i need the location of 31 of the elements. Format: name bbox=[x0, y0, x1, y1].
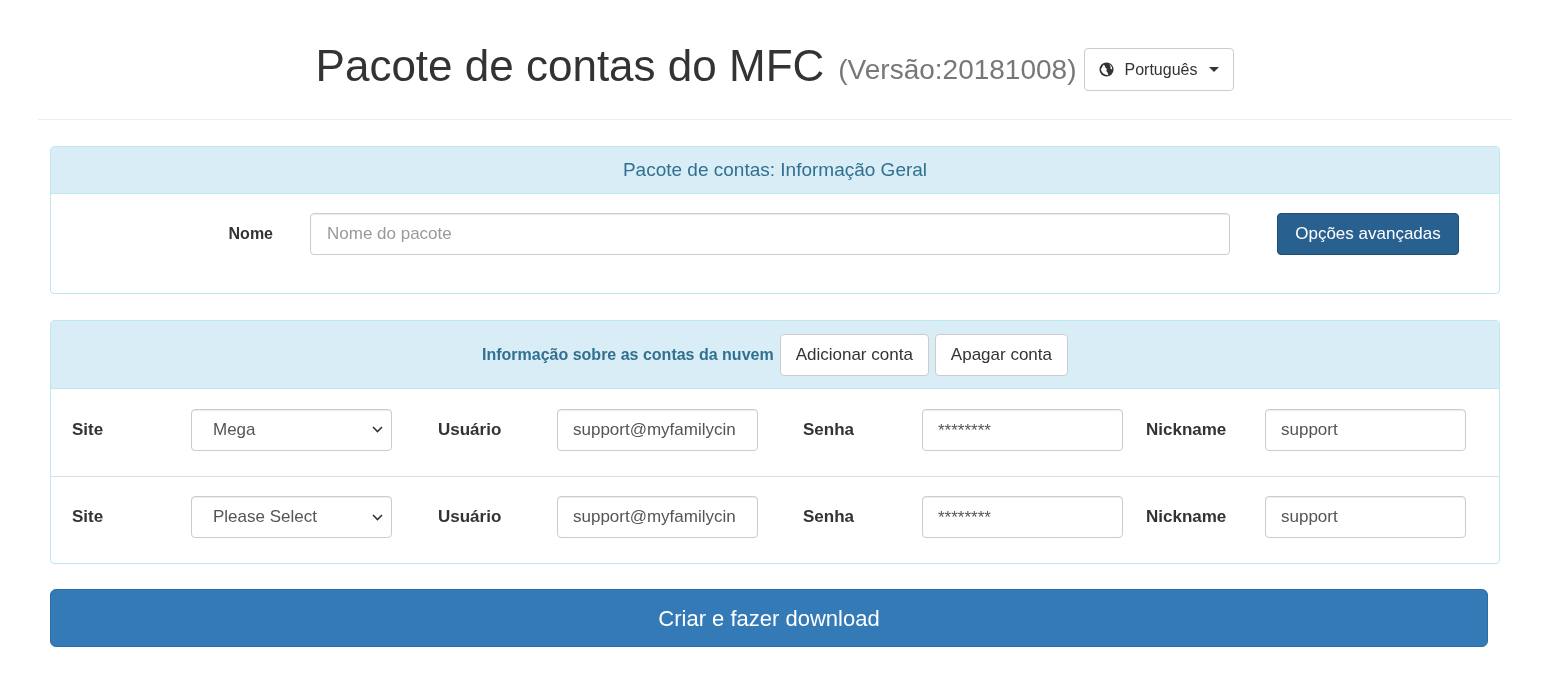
panel-heading: Pacote de contas: Informação Geral bbox=[51, 147, 1499, 194]
globe-icon bbox=[1099, 62, 1115, 77]
field-label: Senha bbox=[803, 418, 856, 441]
input-field[interactable]: support@myfamilycin bbox=[557, 408, 758, 451]
input-field[interactable]: Nome do pacote bbox=[310, 213, 1230, 255]
advanced-options-button[interactable]: Opções avançadas bbox=[1277, 213, 1459, 255]
site-select[interactable]: Please Select bbox=[191, 496, 392, 538]
password-field[interactable]: ******** bbox=[922, 408, 1123, 451]
field-label: Site bbox=[72, 418, 105, 441]
password-field[interactable]: ******** bbox=[922, 496, 1123, 538]
field-label: Nickname bbox=[1146, 418, 1228, 441]
field-label: Senha bbox=[803, 506, 856, 529]
caret-icon bbox=[1209, 66, 1220, 73]
add-account-button[interactable]: Adicionar conta bbox=[779, 333, 929, 376]
field-label: Site bbox=[72, 506, 105, 529]
site-select[interactable]: Mega bbox=[191, 408, 392, 451]
create-download-button[interactable]: Criar e fazer download bbox=[50, 589, 1488, 647]
language-dropdown[interactable]: Português bbox=[1084, 48, 1235, 91]
chevron-down-icon bbox=[372, 426, 383, 433]
input-field[interactable]: support@myfamilycin bbox=[557, 496, 758, 538]
page-title: Pacote de contas do MFC bbox=[315, 43, 825, 88]
delete-account-button[interactable]: Apagar conta bbox=[934, 333, 1068, 376]
field-label: Nome bbox=[227, 224, 273, 244]
input-field[interactable]: support bbox=[1265, 408, 1466, 451]
field-label: Nickname bbox=[1146, 506, 1228, 529]
field-label: Usuário bbox=[438, 418, 503, 441]
input-field[interactable]: support bbox=[1265, 496, 1466, 538]
chevron-down-icon bbox=[372, 513, 383, 521]
panel-title: Informação sobre as contas da nuvem bbox=[482, 344, 774, 365]
version-label: (Versão:20181008) bbox=[838, 55, 1077, 84]
field-label: Usuário bbox=[438, 506, 503, 529]
